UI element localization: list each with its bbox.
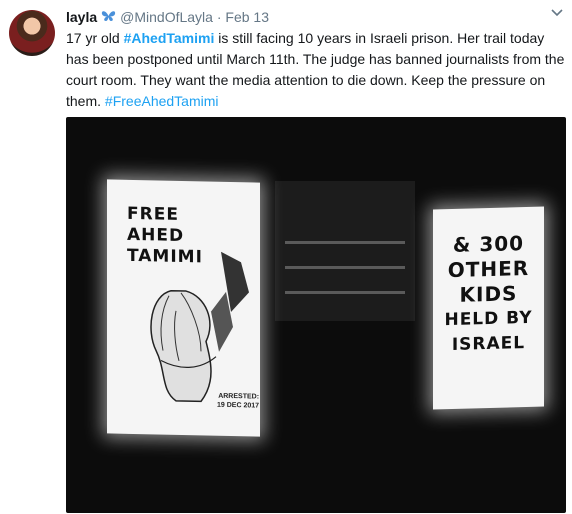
poster-free-ahed: FREE AHED TAMIMI ARRESTED: 19 DEC 2017 xyxy=(107,179,260,437)
poster-line: & 300 xyxy=(452,231,525,257)
tweet[interactable]: layla @MindOfLayla · Feb 13 17 yr old #A… xyxy=(0,0,572,514)
poster-line: AHED xyxy=(127,224,185,247)
poster-line: KIDS xyxy=(459,281,518,307)
arrested-value: 19 DEC 2017 xyxy=(217,401,260,410)
poster-line: HELD BY xyxy=(444,307,533,331)
tweet-header: layla @MindOfLayla · Feb 13 xyxy=(66,9,269,25)
poster-headline: & 300 OTHER KIDS HELD BY ISRAEL xyxy=(441,231,536,358)
portrait-illustration xyxy=(150,251,249,403)
display-name[interactable]: layla xyxy=(66,9,97,25)
tweet-text: 17 yr old #AhedTamimi is still facing 10… xyxy=(66,28,566,112)
poster-other-kids: & 300 OTHER KIDS HELD BY ISRAEL xyxy=(433,206,544,410)
butterfly-icon xyxy=(101,10,116,25)
hashtag-link[interactable]: #FreeAhedTamimi xyxy=(105,93,219,109)
separator: · xyxy=(216,9,222,25)
hashtag-link[interactable]: #AhedTamimi xyxy=(124,30,215,46)
poster-line: ISRAEL xyxy=(451,333,526,355)
arrested-date: ARRESTED: 19 DEC 2017 xyxy=(217,392,259,411)
chevron-down-icon[interactable] xyxy=(551,6,563,20)
tweet-date[interactable]: Feb 13 xyxy=(225,9,269,25)
tweet-photo[interactable]: FREE AHED TAMIMI ARRESTED: 19 DEC 2017 &… xyxy=(66,117,566,513)
poster-line: FREE xyxy=(127,203,179,225)
user-handle[interactable]: @MindOfLayla xyxy=(120,9,213,25)
poster-line: OTHER xyxy=(447,255,530,283)
tweet-text-part: 17 yr old xyxy=(66,30,124,46)
avatar[interactable] xyxy=(9,10,55,56)
shop-window xyxy=(275,181,415,321)
